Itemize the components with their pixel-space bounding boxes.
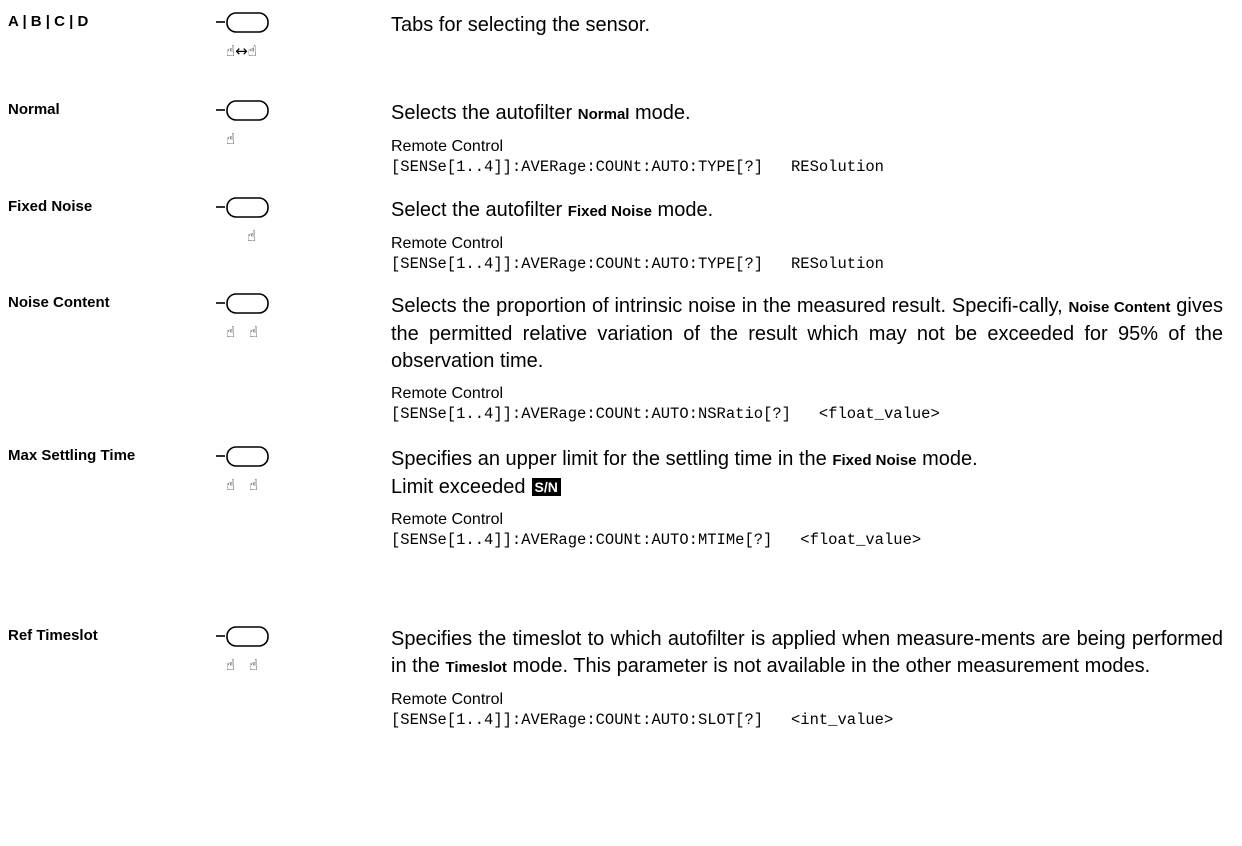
entry-description: Specifies the timeslot to which autofilt…	[391, 628, 1223, 677]
hand-pointer-icon: ☝	[247, 227, 257, 245]
entry-label: Max Settling Time	[8, 447, 136, 464]
remote-control-label: Remote Control	[391, 511, 504, 528]
remote-control-label: Remote Control	[391, 138, 504, 155]
entry-description: Selects the proportion of intrinsic nois…	[391, 295, 1223, 372]
entry-label: Normal	[8, 101, 60, 118]
remote-control-label: Remote Control	[391, 235, 504, 252]
entry-label: Noise Content	[8, 294, 110, 311]
softkey-icon	[216, 12, 269, 33]
hand-pointer-icon: ☝	[226, 476, 236, 494]
remote-command: [SENSe[1..4]]:AVERage:COUNt:AUTO:TYPE[?]…	[391, 255, 884, 273]
entry-description: Selects the autofilter Normal mode.	[391, 102, 691, 124]
hand-pointer-icon: ☝	[249, 656, 259, 674]
status-badge: S/N	[531, 478, 561, 496]
hand-pointer-icon: ☝	[249, 323, 259, 341]
remote-command: [SENSe[1..4]]:AVERage:COUNt:AUTO:NSRatio…	[391, 405, 940, 423]
entry-label: A | B | C | D	[8, 13, 89, 30]
hand-pointer-icon: ☝	[226, 323, 236, 341]
entry-description: Select the autofilter Fixed Noise mode.	[391, 199, 714, 221]
remote-control-label: Remote Control	[391, 385, 504, 402]
remote-command: [SENSe[1..4]]:AVERage:COUNt:AUTO:SLOT[?]…	[391, 711, 894, 729]
entry-label: Fixed Noise	[8, 198, 93, 215]
remote-control-label: Remote Control	[391, 691, 504, 708]
limit-exceeded-line: Limit exceeded S/N	[391, 474, 1223, 501]
entry-description: Tabs for selecting the sensor.	[391, 14, 651, 36]
entry-label: Ref Timeslot	[8, 627, 98, 644]
hand-pointer-icon: ☝	[226, 656, 236, 674]
remote-command: [SENSe[1..4]]:AVERage:COUNt:AUTO:TYPE[?]…	[391, 158, 884, 176]
remote-command: [SENSe[1..4]]:AVERage:COUNt:AUTO:MTIMe[?…	[391, 531, 922, 549]
entry-description: Specifies an upper limit for the settlin…	[391, 448, 978, 470]
hand-pointer-icon: ☝	[226, 130, 236, 148]
hand-pointer-icon: ☝	[249, 476, 259, 494]
hand-pointer-icon: ☝↔☝	[226, 42, 257, 60]
softkey-icon	[216, 197, 269, 218]
softkey-icon	[216, 100, 269, 121]
